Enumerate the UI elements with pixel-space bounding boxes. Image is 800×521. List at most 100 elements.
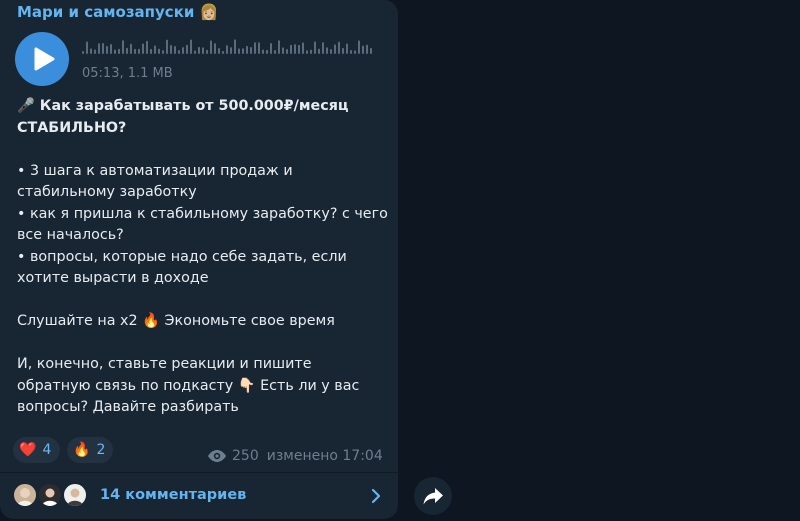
waveform-bar xyxy=(214,43,216,54)
post-line: • как я пришла к стабильному заработку? … xyxy=(17,205,388,222)
post-line: И, конечно, ставьте реакции и пишите xyxy=(17,356,312,372)
audio-waveform[interactable] xyxy=(82,37,374,55)
waveform-bar xyxy=(154,45,156,54)
waveform-bar xyxy=(362,45,364,54)
views-count: 250 xyxy=(232,448,259,464)
play-icon xyxy=(34,47,55,71)
post-text: 🎤 Как зарабатывать от 500.000₽/месяц СТА… xyxy=(17,96,389,419)
post-line: обратную связь по подкасту 👇🏻 Есть ли у … xyxy=(17,377,360,394)
waveform-bar xyxy=(354,50,356,54)
reaction-count: 2 xyxy=(96,442,106,458)
waveform-bar xyxy=(230,47,232,54)
waveform-bar xyxy=(194,50,196,54)
waveform-bar xyxy=(358,40,360,54)
waveform-bar xyxy=(186,44,188,54)
post-line: хотите вырасти в доходе xyxy=(17,270,209,286)
waveform-bar xyxy=(266,49,268,54)
waveform-bar xyxy=(222,50,224,54)
waveform-bar xyxy=(302,42,304,54)
eye-icon xyxy=(208,450,226,462)
waveform-bar xyxy=(270,43,272,54)
reaction-heart[interactable]: ❤️ 4 xyxy=(13,437,60,463)
waveform-bar xyxy=(342,47,344,54)
reaction-fire[interactable]: 🔥 2 xyxy=(67,437,113,463)
waveform-bar xyxy=(182,47,184,54)
waveform-bar xyxy=(198,46,200,54)
waveform-bar xyxy=(346,43,348,54)
waveform-bar xyxy=(306,50,308,54)
reaction-count: 4 xyxy=(42,442,52,458)
waveform-bar xyxy=(166,39,168,54)
heart-icon: ❤️ xyxy=(19,442,37,458)
avatar xyxy=(12,482,38,508)
waveform-bar xyxy=(330,49,332,54)
waveform-bar xyxy=(326,47,328,54)
post-line: • вопросы, которые надо себе задать, есл… xyxy=(17,248,347,265)
edited-time: изменено 17:04 xyxy=(266,448,383,464)
waveform-bar xyxy=(226,45,228,54)
avatar xyxy=(62,482,88,508)
avatar xyxy=(37,482,63,508)
waveform-bar xyxy=(162,50,164,54)
share-arrow-icon xyxy=(423,488,443,505)
waveform-bar xyxy=(142,43,144,54)
waveform-bar xyxy=(90,48,92,54)
comments-link[interactable]: 14 комментариев xyxy=(100,487,246,503)
waveform-bar xyxy=(102,43,104,54)
waveform-bar xyxy=(262,49,264,54)
waveform-bar xyxy=(150,48,152,54)
waveform-bar xyxy=(94,49,96,54)
waveform-bar xyxy=(146,40,148,54)
message-bubble: Мари и самозапуски 👩🏼 05:13, 1.1 MB 🎤 Ка… xyxy=(0,0,398,519)
waveform-bar xyxy=(82,51,84,54)
waveform-bar xyxy=(310,49,312,54)
waveform-bar xyxy=(254,42,256,54)
waveform-bar xyxy=(334,44,336,54)
waveform-bar xyxy=(282,47,284,54)
waveform-bar xyxy=(218,48,220,54)
play-button[interactable] xyxy=(15,32,69,86)
waveform-bar xyxy=(130,43,132,54)
waveform-bar xyxy=(158,48,160,54)
post-line: вопросы? Давайте разбирать xyxy=(17,399,239,415)
waveform-bar xyxy=(206,49,208,54)
waveform-bar xyxy=(286,49,288,54)
waveform-bar xyxy=(234,39,236,54)
share-button[interactable] xyxy=(414,477,452,515)
waveform-bar xyxy=(190,39,192,54)
waveform-bar xyxy=(126,47,128,54)
post-line-gap xyxy=(17,290,389,312)
chevron-right-icon[interactable] xyxy=(370,488,382,504)
message-stats: 250 изменено 17:04 xyxy=(207,448,383,464)
waveform-bar xyxy=(246,45,248,54)
waveform-bar xyxy=(238,48,240,54)
waveform-bar xyxy=(98,43,100,54)
waveform-bar xyxy=(114,49,116,54)
fire-icon: 🔥 xyxy=(73,442,91,458)
post-line: стабильному заработку xyxy=(17,184,197,200)
waveform-bar xyxy=(202,47,204,54)
waveform-bar xyxy=(350,50,352,54)
waveform-bar xyxy=(106,45,108,54)
comments-divider xyxy=(0,472,398,473)
post-line-gap xyxy=(17,333,389,355)
waveform-bar xyxy=(86,41,88,54)
waveform-bar xyxy=(210,40,212,54)
waveform-bar xyxy=(170,45,172,54)
waveform-bar xyxy=(122,40,124,54)
waveform-bar xyxy=(322,42,324,54)
waveform-bar xyxy=(258,42,260,54)
waveform-bar xyxy=(274,50,276,54)
post-line-gap xyxy=(17,139,389,161)
audio-duration-size: 05:13, 1.1 MB xyxy=(82,66,173,81)
waveform-bar xyxy=(138,48,140,54)
waveform-bar xyxy=(242,48,244,54)
waveform-bar xyxy=(366,44,368,54)
waveform-bar xyxy=(174,45,176,54)
waveform-bar xyxy=(338,41,340,54)
post-line: СТАБИЛЬНО? xyxy=(17,119,127,136)
waveform-bar xyxy=(314,41,316,54)
waveform-bar xyxy=(370,47,372,54)
channel-name[interactable]: Мари и самозапуски 👩🏼 xyxy=(17,3,218,21)
waveform-bar xyxy=(290,44,292,54)
